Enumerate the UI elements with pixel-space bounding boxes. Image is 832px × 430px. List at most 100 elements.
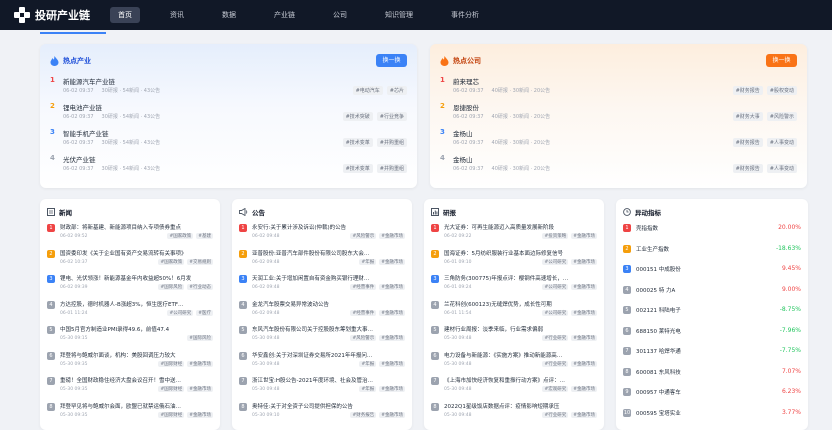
announcements-row[interactable]: 1 永安行:关于累计涉及诉讼(仲裁)的公告 06-02 09:48 #风险警示 #金融市… xyxy=(239,223,409,245)
announcements-row[interactable]: 5 东风汽车股份有限公司关于控股股东筹划重大事… 05-30 09:48 #风险警示 #… xyxy=(239,325,409,347)
tag[interactable]: #风险警示 xyxy=(350,335,377,341)
app-logo[interactable]: 投研产业链 xyxy=(14,7,106,23)
item-title[interactable]: 亚普股份:亚普汽车部件股份有限公司股东大会… xyxy=(252,249,408,257)
indicator-name[interactable]: 600081 东风科技 xyxy=(636,368,681,376)
hot-company-row[interactable]: 1 蔚来理芯 06-02 09:37 40研报 · 30新闻 · 20公告 #财务报告 #… xyxy=(440,76,797,102)
nav-item-5[interactable]: 知识管理 xyxy=(377,7,421,23)
tag[interactable]: #年报 xyxy=(359,360,377,367)
tag[interactable]: #经营事件 xyxy=(350,284,377,290)
announcements-row[interactable]: 7 浙江世宝:H股公告-2021年度环境、社会及管治… 05-30 09:48 #年报… xyxy=(239,376,409,398)
indicator-name[interactable]: 688150 莱特光电 xyxy=(636,327,681,335)
tag[interactable]: #年报 xyxy=(359,258,377,265)
research-row[interactable]: 2 国海证券：5月纺织服装行业基本面边际修复信号 06-01 09:10 #公司研究 #… xyxy=(431,249,601,271)
item-title[interactable]: 方达控股，德时机器人-B涨超3%，恒生医疗ETF… xyxy=(60,300,216,308)
tag[interactable]: #风险警示 xyxy=(766,112,797,121)
tag[interactable]: #公司研究 xyxy=(542,309,569,316)
tag[interactable]: #财务大事 xyxy=(732,112,763,121)
item-title[interactable]: 奥特佳:关于对全资子公司提供担保的公告 xyxy=(252,402,408,410)
indicator-name[interactable]: 壳指指数 xyxy=(636,224,658,232)
tag[interactable]: #财务报告 xyxy=(732,164,763,173)
hot-industry-row[interactable]: 3 智能手机产业链 06-02 09:37 30研报 · 54新闻 · 43公告 #技术… xyxy=(50,128,407,154)
tag[interactable]: #财务报告 xyxy=(732,138,763,147)
item-title[interactable]: 国资委印发《关于企业国有资产交易流转有关事项》 xyxy=(60,249,216,257)
item-title[interactable]: 浙江世宝:H股公告-2021年度环境、社会及管治… xyxy=(252,376,408,384)
item-title[interactable]: 金龙汽车股票交易异常波动公告 xyxy=(252,300,408,308)
indicator-name[interactable]: 工业生产指数 xyxy=(636,245,669,253)
tag[interactable]: #金融市场 xyxy=(187,411,213,418)
tag[interactable]: #金融市场 xyxy=(379,411,405,418)
item-title[interactable]: 财政部：将新基建、新能源项目纳入专项债券重点 xyxy=(60,223,216,231)
hot-industry-row[interactable]: 2 锂电池产业链 06-02 09:37 30研报 · 54新闻 · 43公告 #技术突… xyxy=(50,102,407,128)
tag[interactable]: #技术突破 xyxy=(342,112,373,121)
item-title[interactable]: 华安鑫创:关于对深圳证券交易所2021年年报问… xyxy=(252,351,408,359)
news-row[interactable]: 3 锂电、光伏领涨！新能源基金年内收益超50%！6月发 06-02 09:39 #国际… xyxy=(47,274,217,296)
tag[interactable]: #并购重组 xyxy=(376,164,407,173)
tag[interactable]: #芯片 xyxy=(386,86,407,95)
research-row[interactable]: 4 兰花科创(600123)无缝焊优势，成长性可期 06-01 11:54 #公司研究… xyxy=(431,300,601,322)
tag[interactable]: #金融市场 xyxy=(571,360,597,367)
news-row[interactable]: 8 拜登罕见将与鲍威尔会面，欧盟已就禁运俄石油… 05-30 09:35 #国际财经 #… xyxy=(47,402,217,424)
item-title[interactable]: 建材行业周报：淡季来临，行业需求偏弱 xyxy=(444,325,600,333)
nav-item-4[interactable]: 公司 xyxy=(325,7,355,23)
hot-company-row[interactable]: 3 金杨山 06-02 09:37 40研报 · 30新闻 · 20公告 #财务报告 #人… xyxy=(440,128,797,154)
research-row[interactable]: 3 三角防务(300775)年报点评：樱钢件高速增长，… 06-01 09:24 #公… xyxy=(431,274,601,296)
announcements-row[interactable]: 3 天润工业:关于增加闲置自有资金购买银行理财… 06-02 09:48 #经营事件 #… xyxy=(239,274,409,296)
item-title[interactable]: 拜登将与鲍威尔面谈，机构：美股回调压力较大 xyxy=(60,351,216,359)
tag[interactable]: #人事变动 xyxy=(766,164,797,173)
tag[interactable]: #医疗 xyxy=(196,309,213,316)
tag[interactable]: #金融市场 xyxy=(379,309,405,316)
item-title[interactable]: 《上海市加快经济恢复和重振行动方案》点评：… xyxy=(444,376,600,384)
item-title[interactable]: 东风汽车股份有限公司关于控股股东筹划重大事… xyxy=(252,325,408,333)
tag[interactable]: #行业动态 xyxy=(187,284,213,290)
tag[interactable]: #金融市场 xyxy=(379,335,405,341)
hot-industry-row[interactable]: 4 光伏产业链 06-02 09:37 30研报 · 54新闻 · 43公告 #技术变革… xyxy=(50,154,407,180)
nav-item-3[interactable]: 产业链 xyxy=(266,7,303,23)
news-row[interactable]: 6 拜登将与鲍威尔面谈，机构：美股回调压力较大 05-30 09:35 #国际财经 #金… xyxy=(47,351,217,373)
tag[interactable]: #经营事件 xyxy=(350,309,377,316)
tag[interactable]: #技术变革 xyxy=(342,164,373,173)
item-title[interactable]: 永安行:关于累计涉及诉讼(仲裁)的公告 xyxy=(252,223,408,231)
hot-industry-row[interactable]: 1 新能源汽车产业链 06-02 09:37 30研报 · 54新闻 · 43公告 #电… xyxy=(50,76,407,102)
item-title[interactable]: 2022Q1星级饭店数据点评：疫情影响短期承压 xyxy=(444,402,600,410)
tag[interactable]: #国际财经 xyxy=(158,386,185,392)
indicator-name[interactable]: 000595 宝塔实业 xyxy=(636,409,681,417)
item-title[interactable]: 拜登罕见将与鲍威尔会面，欧盟已就禁运俄石油… xyxy=(60,402,216,410)
indicator-name[interactable]: 000025 特 力A xyxy=(636,286,675,294)
tag[interactable]: #国家政策 xyxy=(158,258,185,265)
nav-item-0[interactable]: 首页 xyxy=(110,7,140,23)
research-row[interactable]: 8 2022Q1星级饭店数据点评：疫情影响短期承压 05-30 09:48 #行业研究… xyxy=(431,402,601,424)
item-title[interactable]: 中国5月官方制造业PMI录得49.6，前值47.4 xyxy=(60,325,216,333)
tag[interactable]: #年报 xyxy=(359,386,377,392)
tag[interactable]: #国际财经 xyxy=(158,360,185,367)
tag[interactable]: #国际风险 xyxy=(158,284,185,290)
tag[interactable]: #公司研究 xyxy=(542,284,569,290)
tag[interactable]: #金融市场 xyxy=(571,309,597,316)
tag[interactable]: #技术变革 xyxy=(342,138,373,147)
announcements-row[interactable]: 8 奥特佳:关于对全资子公司提供担保的公告 05-30 09:10 #财务报告 #金融市… xyxy=(239,402,409,424)
mover-row[interactable]: 10 000595 宝塔实业 3.77% xyxy=(623,408,805,430)
research-row[interactable]: 7 《上海市加快经济恢复和重振行动方案》点评：… 05-30 09:48 #宏观研究 #… xyxy=(431,376,601,398)
tag[interactable]: #行业研究 xyxy=(542,411,569,418)
item-title[interactable]: 天润工业:关于增加闲置自有资金购买银行理财… xyxy=(252,274,408,282)
research-row[interactable]: 6 电力设备与新能源：《实施方案》推动新能源高… 05-30 09:48 #行业研究 #… xyxy=(431,351,601,373)
tag[interactable]: #金融市场 xyxy=(379,386,405,392)
tag[interactable]: #金融市场 xyxy=(187,386,213,392)
indicator-name[interactable]: 301137 哈焊华通 xyxy=(636,347,681,355)
news-row[interactable]: 4 方达控股，德时机器人-B涨超3%，恒生医疗ETF… 06-01 11:24 #公司… xyxy=(47,300,217,322)
nav-item-6[interactable]: 事件分析 xyxy=(443,7,487,23)
tag[interactable]: #公司研究 xyxy=(167,309,194,316)
hot-industry-refresh-button[interactable]: 换一换 xyxy=(376,54,407,67)
tag[interactable]: #金融市场 xyxy=(379,233,405,239)
tag[interactable]: #金融市场 xyxy=(379,360,405,367)
tag[interactable]: #国际风险 xyxy=(187,335,213,341)
tag[interactable]: #交易规则 xyxy=(187,258,213,265)
hot-company-row[interactable]: 2 恩捷股份 06-02 09:37 40研报 · 30新闻 · 20公告 #财务大事 #… xyxy=(440,102,797,128)
tag[interactable]: #宏观研究 xyxy=(542,386,569,392)
indicator-name[interactable]: 000957 中通客车 xyxy=(636,388,681,396)
announcements-row[interactable]: 4 金龙汽车股票交易异常波动公告 06-02 09:48 #经营事件 #金融市场 xyxy=(239,300,409,322)
item-title[interactable]: 国海证券：5月纺织服装行业基本面边际修复信号 xyxy=(444,249,600,257)
hot-company-row[interactable]: 4 金杨山 06-02 09:37 40研报 · 30新闻 · 20公告 #财务报告 #人… xyxy=(440,154,797,180)
nav-item-1[interactable]: 资讯 xyxy=(162,7,192,23)
item-title[interactable]: 三角防务(300775)年报点评：樱钢件高速增长，… xyxy=(444,274,600,282)
item-title[interactable]: 光大证券：可再生能源迈入高质量发展新阶段 xyxy=(444,223,600,231)
